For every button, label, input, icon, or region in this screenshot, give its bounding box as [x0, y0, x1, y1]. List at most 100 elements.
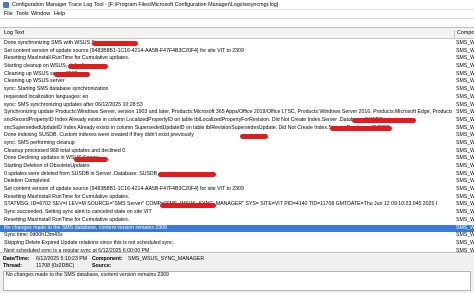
component-cell: SMS_W: [456, 178, 474, 185]
log-text-cell: Cleaning up WSUS server: [4, 78, 65, 85]
component-cell: SMS_W: [456, 239, 474, 246]
table-row[interactable]: Resetting MaxInstall RunTime for Cumulat…: [0, 194, 474, 202]
component-label: Component:: [92, 256, 123, 262]
component-cell: SMS_W: [456, 139, 474, 146]
log-text-cell: Cleanup processed 968 total updates and …: [4, 147, 126, 154]
component-cell: SMS_W: [456, 209, 474, 216]
table-row[interactable]: Set content version of update source {94…: [0, 186, 474, 194]
log-text-cell: Done indexing SUSDB. Custom indexes were…: [4, 132, 194, 139]
column-header-log-text[interactable]: Log Text: [4, 30, 24, 37]
log-text-cell: Resetting MaxInstall RunTime for Cumulat…: [4, 55, 130, 62]
log-text-cell: 0 updates were deleted from SUSDB in Ser…: [4, 170, 158, 177]
component-value: SMS_WSUS_SYNC_MANAGER: [128, 256, 205, 262]
table-row[interactable]: Deletion Completed SMS_W: [0, 178, 474, 186]
menu-tools[interactable]: Tools: [16, 11, 29, 18]
thread-label: Thread:: [3, 263, 23, 269]
table-row[interactable]: Cleaning up WSUS server 3530 SMS_W: [0, 71, 474, 79]
table-row[interactable]: Starting cleanup on WSUS, default server…: [0, 63, 474, 71]
table-row[interactable]: Resetting MaxInstall RunTime for Cumulat…: [0, 217, 474, 225]
component-cell: SMS_W: [456, 186, 474, 193]
component-cell: SMS_W: [456, 63, 474, 70]
menu-file[interactable]: File: [4, 11, 13, 18]
table-row[interactable]: Skipping Delete Expired Update relations…: [0, 240, 474, 248]
component-cell: SMS_W: [456, 70, 474, 77]
component-cell: SMS_W: [456, 109, 474, 116]
log-text-cell: sync: SMS synchronizing updates after 06…: [4, 101, 143, 108]
table-row[interactable]: sync: SMS synchronizing updates after 06…: [0, 102, 474, 110]
table-row[interactable]: Starting Deletion of ObsoleteUpdates SMS_…: [0, 163, 474, 171]
title-bar: Configuration Manager Trace Log Tool - […: [0, 0, 474, 10]
component-cell: SMS_W: [456, 155, 474, 162]
log-text-cell: Starting Deletion of ObsoleteUpdates: [4, 163, 90, 169]
log-text-cell: Sync time: 0d00h13m43s: [4, 232, 63, 239]
table-row[interactable]: sncRecordPropertyID Index Already exists…: [0, 117, 474, 125]
redaction-mark: [68, 64, 108, 70]
table-row[interactable]: Cleanup processed 968 total updates and …: [0, 148, 474, 156]
app-icon: [3, 2, 9, 8]
redaction-mark: [352, 118, 416, 124]
component-cell: SMS_W: [456, 116, 474, 123]
table-row[interactable]: Sync time: 0d00h13m43s SMS_W: [0, 232, 474, 240]
component-cell: SMS_W: [456, 78, 474, 85]
table-row[interactable]: sync: SMS performing cleanup SMS_W: [0, 140, 474, 148]
component-cell: SMS_W: [456, 193, 474, 200]
table-row[interactable]: Resetting MaxInstall RunTime for Cumulat…: [0, 55, 474, 63]
redaction-mark: [158, 172, 216, 178]
component-cell: SMS_W: [456, 216, 474, 223]
source-label: Source:: [92, 263, 112, 269]
menu-window[interactable]: Window: [31, 11, 50, 18]
redaction-mark: [54, 72, 90, 78]
log-text-cell: requested localization languages: en: [4, 93, 89, 100]
redaction-mark: [74, 156, 108, 162]
component-cell: SMS_W: [456, 163, 474, 169]
log-text-cell: Sync succeeded. Setting sync alert to ca…: [4, 209, 152, 216]
table-row[interactable]: Synchronizing update Products:Windows Se…: [0, 109, 474, 117]
redaction-mark: [240, 133, 268, 139]
table-row[interactable]: Next scheduled sync is a regular sync at…: [0, 247, 474, 253]
log-text-cell: STATMSG: ID=6702 SEV=I LEV=M SOURCE="SMS…: [4, 201, 438, 208]
component-cell: SMS_W: [456, 86, 474, 93]
log-text-cell: Next scheduled sync is a regular sync at…: [4, 247, 150, 253]
grid-header: Log Text Compo: [0, 28, 474, 39]
table-row[interactable]: Done synchronizing SMS with WSUS Server S…: [0, 40, 474, 48]
column-header-component[interactable]: Compo: [454, 30, 474, 39]
table-row[interactable]: 0 updates were deleted from SUSDB in Ser…: [0, 171, 474, 179]
table-row[interactable]: STATMSG: ID=6702 SEV=I LEV=M SOURCE="SMS…: [0, 201, 474, 209]
detail-message-box[interactable]: No changes made to the SMS database, con…: [3, 271, 471, 291]
component-cell: SMS_W: [456, 232, 474, 239]
log-text-cell: Set content version of update source {94…: [4, 186, 244, 193]
component-cell: SMS_W: [456, 224, 474, 231]
menu-bar: File Tools Window Help: [0, 10, 474, 19]
component-cell: SMS_W: [456, 101, 474, 108]
window-title: Configuration Manager Trace Log Tool - […: [12, 2, 279, 8]
table-row[interactable]: Set content version of update source {94…: [0, 48, 474, 56]
table-row[interactable]: sync: Starting SMS database synchronizat…: [0, 86, 474, 94]
table-row[interactable]: Done indexing SUSDB. Custom indexes were…: [0, 132, 474, 140]
date-time-value: 6/12/2025 5:10:23 PM: [36, 256, 88, 262]
component-cell: SMS_W: [456, 47, 474, 54]
component-cell: SMS_W: [456, 147, 474, 154]
log-grid[interactable]: Log Text Compo Done synchronizing SMS wi…: [0, 27, 474, 253]
table-row[interactable]: Done Declining updates in WSUS Server SMS…: [0, 155, 474, 163]
component-cell: SMS_W: [456, 55, 474, 62]
component-cell: SMS_W: [456, 124, 474, 131]
log-text-cell: Resetting MaxInstall RunTime for Cumulat…: [4, 193, 130, 200]
component-cell: SMS_W: [456, 201, 474, 208]
log-text-cell: sync: SMS performing cleanup: [4, 139, 75, 146]
table-row[interactable]: No changes made to the SMS database, con…: [0, 224, 474, 233]
log-text-cell: Done synchronizing SMS with WSUS Server: [4, 40, 107, 46]
log-text-cell: Deletion Completed: [4, 178, 50, 185]
table-row[interactable]: Sync succeeded. Setting sync alert to ca…: [0, 209, 474, 217]
log-text-cell: Set content version of update source {94…: [4, 47, 244, 54]
menu-help[interactable]: Help: [54, 11, 65, 18]
table-row[interactable]: requested localization languages: en SMS_…: [0, 94, 474, 102]
log-text-cell: No changes made to the SMS database, con…: [4, 224, 167, 231]
component-cell: SMS_W: [456, 170, 474, 177]
table-row[interactable]: sncSupersededUpdateID Index Already exis…: [0, 125, 474, 133]
log-text-cell: Synchronizing update Products:Windows Se…: [4, 109, 452, 116]
log-rows: Done synchronizing SMS with WSUS Server S…: [0, 40, 474, 253]
component-cell: SMS_W: [456, 247, 474, 253]
details-pane: Date/Time: 6/12/2025 5:10:23 PM Componen…: [0, 254, 474, 293]
component-cell: SMS_W: [456, 93, 474, 100]
table-row[interactable]: Cleaning up WSUS server SMS_W: [0, 78, 474, 86]
